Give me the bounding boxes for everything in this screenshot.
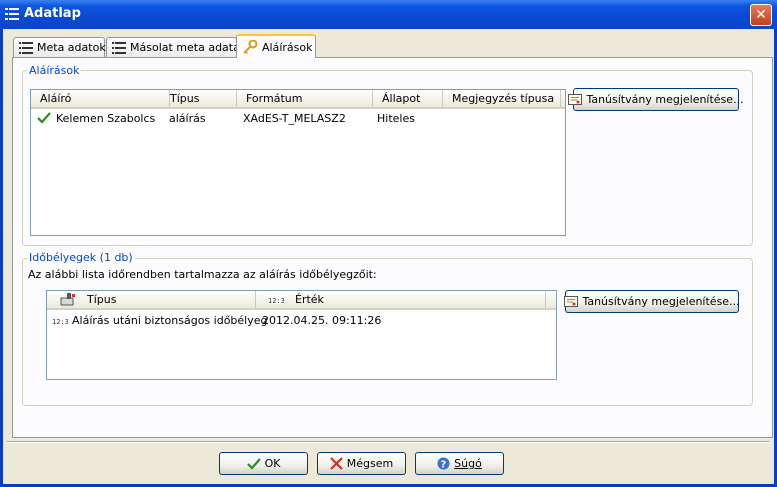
close-button[interactable]: ✕ xyxy=(750,4,772,26)
list-icon xyxy=(19,41,33,55)
show-certificate-button[interactable]: Tanúsítvány megjelenítése... xyxy=(568,88,744,111)
tab-label: Másolat meta adatai xyxy=(130,41,243,54)
check-icon xyxy=(246,457,261,470)
certificate-icon xyxy=(568,94,583,105)
tab-alairasok[interactable]: Aláírások xyxy=(236,34,316,58)
column-header-note-type[interactable]: Megjegyzés típusa xyxy=(443,90,561,107)
timestamps-legend: Időbélyegek (1 db) xyxy=(27,251,135,264)
signatures-list[interactable]: Aláíró Típus Formátum Állapot Megjegyzés… xyxy=(30,89,566,236)
show-timestamp-certificate-button[interactable]: Tanúsítvány megjelenítése... xyxy=(564,290,740,313)
dialog-body: Meta adatok Másolat meta adatai Aláíráso… xyxy=(3,29,774,484)
column-header-format[interactable]: Formátum xyxy=(237,90,373,107)
cell-signer: Kelemen Szabolcs xyxy=(56,112,156,125)
close-icon: ✕ xyxy=(755,7,767,23)
column-header-type[interactable]: Típus xyxy=(47,291,256,308)
cell-timestamp-type: Aláírás utáni biztonságos időbélyeg xyxy=(72,314,268,327)
key-icon xyxy=(242,40,258,54)
cancel-label: Mégsem xyxy=(346,457,394,470)
certificate-icon xyxy=(564,296,579,307)
column-header-value-label: Érték xyxy=(295,293,324,306)
ok-button[interactable]: OK xyxy=(219,452,308,475)
timestamps-description: Az alábbi lista időrendben tartalmazza a… xyxy=(28,268,377,281)
svg-text:12:33: 12:33 xyxy=(52,318,68,325)
list-icon xyxy=(112,41,126,55)
column-header-value[interactable]: 12:33 Érték xyxy=(256,291,546,308)
help-label: Súgó xyxy=(454,457,482,470)
bottom-separator xyxy=(7,441,769,443)
show-certificate-label: Tanúsítvány megjelenítése... xyxy=(586,93,744,106)
check-icon xyxy=(37,112,51,124)
svg-text:12:33: 12:33 xyxy=(268,297,284,304)
cell-timestamp-value: 2012.04.25. 09:11:26 xyxy=(262,314,382,327)
cell-format: XAdES-T_MELASZ2 xyxy=(243,112,346,125)
calendar-icon: 12:33 xyxy=(52,318,68,325)
signatures-list-header: Aláíró Típus Formátum Állapot Megjegyzés… xyxy=(31,90,565,109)
help-icon: ? xyxy=(437,457,450,470)
tab-label: Aláírások xyxy=(262,40,313,54)
tab-masolat-meta-adatai[interactable]: Másolat meta adatai xyxy=(106,37,243,57)
tab-label: Meta adatok xyxy=(37,41,106,54)
column-header-signer[interactable]: Aláíró xyxy=(31,90,170,107)
x-icon xyxy=(330,457,343,470)
timestamps-list[interactable]: Típus 12:33 Érték 12:33 Aláírás utáni bi… xyxy=(46,290,557,380)
ok-label: OK xyxy=(264,457,281,470)
signatures-legend: Aláírások xyxy=(27,64,82,77)
calendar-icon: 12:33 xyxy=(268,295,284,304)
cancel-button[interactable]: Mégsem xyxy=(317,452,406,475)
stamp-icon xyxy=(60,293,75,306)
timestamps-list-header: Típus 12:33 Érték xyxy=(47,291,556,310)
cell-status: Hiteles xyxy=(377,112,415,125)
list-icon xyxy=(5,8,19,20)
tab-page-signatures: Aláírások Aláíró Típus Formátum Állapot … xyxy=(12,57,773,438)
show-timestamp-certificate-label: Tanúsítvány megjelenítése... xyxy=(582,295,740,308)
column-header-status[interactable]: Állapot xyxy=(373,90,443,107)
help-button[interactable]: ? Súgó xyxy=(415,452,504,475)
title-bar[interactable]: Adatlap ✕ xyxy=(0,0,777,29)
table-row[interactable]: 12:33 Aláírás utáni biztonságos időbélye… xyxy=(47,312,554,330)
svg-text:?: ? xyxy=(441,460,447,471)
cell-type: aláírás xyxy=(169,112,206,125)
column-header-type[interactable]: Típus xyxy=(161,90,237,107)
table-row[interactable]: Kelemen Szabolcs aláírás XAdES-T_MELASZ2… xyxy=(31,110,563,128)
dialog-window: Adatlap ✕ Meta adatok Másolat meta adata… xyxy=(0,0,777,487)
tab-meta-adatok[interactable]: Meta adatok xyxy=(13,37,106,57)
column-header-type-label: Típus xyxy=(87,293,117,306)
window-title: Adatlap xyxy=(24,6,81,21)
